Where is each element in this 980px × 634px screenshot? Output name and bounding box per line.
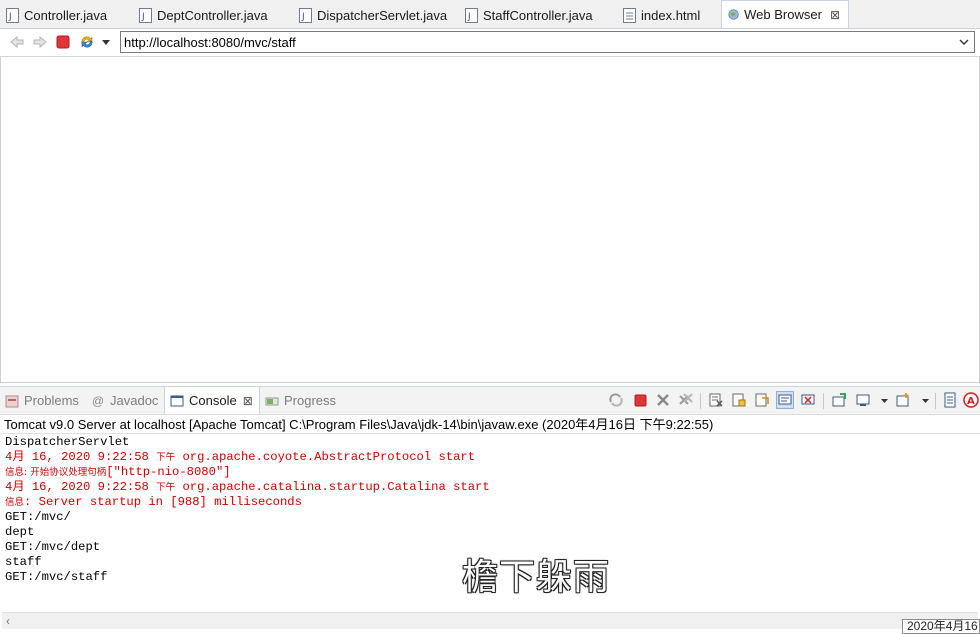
terminate-icon[interactable] bbox=[631, 391, 649, 409]
taskbar-clock: 2020年4月16 bbox=[902, 619, 980, 634]
toolbar-separator bbox=[700, 393, 701, 409]
forward-icon[interactable] bbox=[32, 34, 48, 50]
log-message: org.apache.catalina.startup.Catalina sta… bbox=[175, 480, 490, 494]
toolbar-separator bbox=[935, 393, 936, 409]
panel-tab-bar: Problems @ Javadoc Console ⊠ Progress A bbox=[0, 386, 980, 415]
chevron-down-icon[interactable] bbox=[875, 391, 893, 409]
refresh-icon[interactable] bbox=[79, 34, 95, 50]
svg-text:J: J bbox=[301, 12, 305, 22]
show-console-on-error-icon[interactable] bbox=[799, 391, 817, 409]
editor-tab-bar: J Controller.java J DeptController.java … bbox=[0, 0, 980, 29]
java-file-icon: J bbox=[465, 7, 478, 23]
chevron-down-icon[interactable] bbox=[916, 391, 934, 409]
url-input[interactable] bbox=[124, 34, 944, 50]
tab-web-browser[interactable]: Web Browser ⊠ bbox=[721, 0, 849, 28]
close-tab-icon[interactable]: ⊠ bbox=[243, 394, 253, 408]
menu-dropdown-icon[interactable] bbox=[98, 34, 114, 50]
svg-text:J: J bbox=[467, 12, 471, 22]
toolbar-separator bbox=[823, 393, 824, 409]
show-console-on-output-icon[interactable] bbox=[776, 391, 794, 409]
url-field[interactable] bbox=[120, 31, 975, 53]
ant-icon[interactable]: A bbox=[962, 391, 980, 409]
svg-text:J: J bbox=[141, 12, 145, 22]
tab-progress[interactable]: Progress bbox=[265, 387, 336, 414]
open-console-icon[interactable] bbox=[894, 391, 912, 409]
console-line: GET:/mvc/dept bbox=[5, 540, 101, 554]
svg-text:A: A bbox=[967, 396, 975, 407]
back-icon[interactable] bbox=[9, 34, 25, 50]
tab-label: Console bbox=[189, 393, 237, 408]
html-file-icon bbox=[623, 7, 636, 23]
remove-icon[interactable] bbox=[654, 391, 672, 409]
tab-label: DispatcherServlet.java bbox=[317, 7, 448, 23]
log-ampm: 下午 bbox=[156, 452, 176, 463]
console-line: DispatcherServlet bbox=[5, 435, 130, 449]
scrollbar-thumb[interactable] bbox=[22, 616, 902, 626]
console-line: 4月 16, 2020 9:22:58 下午 org.apache.catali… bbox=[5, 480, 490, 495]
scroll-left-icon[interactable]: ‹ bbox=[6, 614, 10, 628]
remove-all-icon[interactable] bbox=[677, 391, 695, 409]
tab-deptcontroller-java[interactable]: J DeptController.java bbox=[133, 2, 293, 28]
tab-label: Javadoc bbox=[110, 393, 159, 408]
pin-console-icon[interactable] bbox=[830, 391, 848, 409]
at-icon: @ bbox=[91, 393, 105, 408]
tab-index-html[interactable]: index.html bbox=[617, 2, 721, 28]
console-line: 信息: Server startup in [988] milliseconds bbox=[5, 495, 302, 510]
tab-controller-java[interactable]: J Controller.java bbox=[0, 2, 133, 28]
tab-staffcontroller-java[interactable]: J StaffController.java bbox=[459, 2, 617, 28]
view-menu-icon[interactable] bbox=[941, 391, 959, 409]
scroll-lock-icon[interactable] bbox=[730, 391, 748, 409]
svg-text:J: J bbox=[8, 12, 12, 22]
java-file-icon: J bbox=[6, 7, 19, 23]
close-tab-icon[interactable]: ⊠ bbox=[830, 8, 840, 22]
console-title: Tomcat v9.0 Server at localhost [Apache … bbox=[4, 417, 714, 432]
globe-icon bbox=[728, 9, 739, 20]
console-line: GET:/mvc/staff bbox=[5, 570, 108, 584]
word-wrap-icon[interactable] bbox=[753, 391, 771, 409]
console-icon bbox=[170, 395, 184, 406]
tab-console[interactable]: Console ⊠ bbox=[164, 387, 260, 414]
log-message: : Server startup in [988] milliseconds bbox=[24, 495, 302, 509]
remove-launch-icon[interactable] bbox=[607, 391, 625, 409]
log-message: ["http-nio-8080"] bbox=[106, 465, 231, 479]
stop-icon[interactable] bbox=[55, 34, 71, 50]
console-line: 信息: 开始协议处理句柄["http-nio-8080"] bbox=[5, 465, 231, 480]
tab-label: Problems bbox=[24, 393, 79, 408]
tab-label: Controller.java bbox=[24, 7, 108, 23]
log-level: 信息 bbox=[5, 497, 25, 508]
log-level: 信息: 开始协议处理句柄 bbox=[5, 467, 107, 478]
horizontal-scrollbar[interactable]: ‹ bbox=[2, 612, 978, 629]
display-console-icon[interactable] bbox=[854, 391, 872, 409]
tab-dispatcherservlet-java[interactable]: J DispatcherServlet.java bbox=[293, 2, 459, 28]
tab-problems[interactable]: Problems bbox=[5, 387, 79, 414]
tab-label: index.html bbox=[641, 7, 701, 23]
chevron-down-icon[interactable] bbox=[957, 35, 971, 49]
console-line: GET:/mvc/ bbox=[5, 510, 71, 524]
log-timestamp: 4月 16, 2020 9:22:58 bbox=[5, 480, 157, 494]
java-file-icon: J bbox=[299, 7, 312, 23]
problems-icon bbox=[5, 395, 19, 407]
console-toolbar: A bbox=[605, 391, 980, 411]
browser-content-area[interactable] bbox=[0, 57, 980, 383]
java-file-icon: J bbox=[139, 7, 152, 23]
tab-label: Progress bbox=[284, 393, 337, 408]
tab-label: DeptController.java bbox=[157, 7, 268, 23]
console-line: dept bbox=[5, 525, 35, 539]
log-message: org.apache.coyote.AbstractProtocol start bbox=[175, 450, 476, 464]
console-line: 4月 16, 2020 9:22:58 下午 org.apache.coyote… bbox=[5, 450, 475, 465]
tab-javadoc[interactable]: @ Javadoc bbox=[91, 387, 159, 414]
browser-toolbar bbox=[0, 29, 980, 57]
tab-label: Web Browser bbox=[744, 7, 822, 22]
progress-icon bbox=[265, 397, 279, 405]
tab-label: StaffController.java bbox=[483, 7, 593, 23]
log-timestamp: 4月 16, 2020 9:22:58 bbox=[5, 450, 157, 464]
video-subtitle: 檐下躲雨 bbox=[462, 557, 611, 598]
log-ampm: 下午 bbox=[156, 482, 176, 493]
clear-console-icon[interactable] bbox=[707, 391, 725, 409]
console-line: staff bbox=[5, 555, 42, 569]
